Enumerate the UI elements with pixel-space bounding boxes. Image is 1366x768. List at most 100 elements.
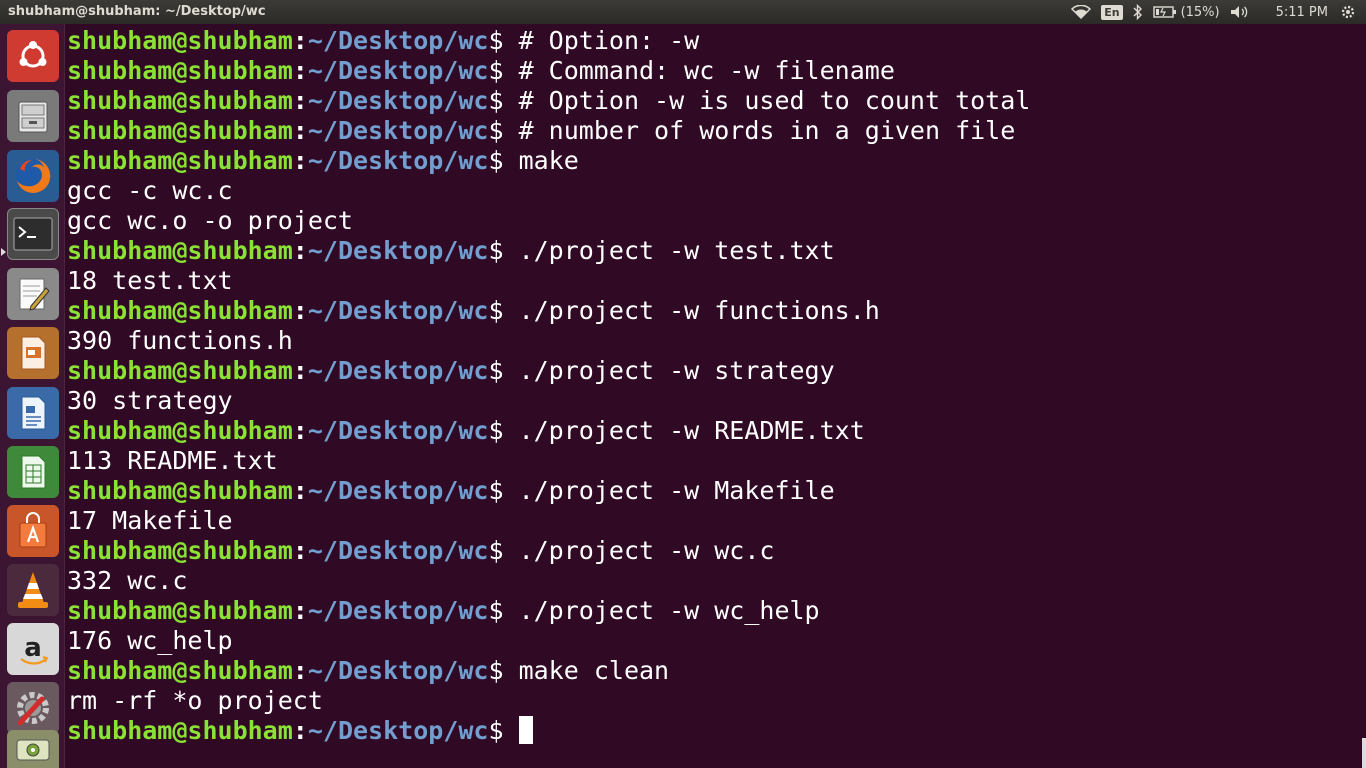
command-text: # Option: -w [503,26,700,55]
terminal-prompt-line: shubham@shubham:~/Desktop/wc$ ./project … [67,596,1030,626]
prompt-user: shubham@shubham [67,356,293,385]
firefox-icon [12,155,54,197]
output-text: 30 strategy [67,386,233,415]
session-gear-icon[interactable] [1340,4,1356,20]
prompt-colon: : [292,476,308,505]
files-launcher[interactable] [7,90,59,142]
terminal-prompt-line: shubham@shubham:~/Desktop/wc$ [67,716,1030,746]
system-settings-launcher[interactable] [7,682,59,734]
disks-launcher[interactable] [7,730,59,768]
command-text: make [503,146,579,175]
shopping-bag-icon [13,511,53,551]
prompt-user: shubham@shubham [67,536,293,565]
clock[interactable]: 5:11 PM [1276,5,1328,20]
prompt-user: shubham@shubham [67,656,293,685]
prompt-dollar: $ [488,716,504,745]
command-text: ./project -w strategy [503,356,835,385]
prompt-colon: : [292,26,308,55]
dash-home-button[interactable] [7,30,59,82]
prompt-dollar: $ [488,56,504,85]
prompt-dollar: $ [488,236,504,265]
prompt-colon: : [292,656,308,685]
prompt-dollar: $ [488,416,504,445]
terminal-output-line: 176 wc_help [67,626,1030,656]
prompt-user: shubham@shubham [67,116,293,145]
prompt-dollar: $ [488,116,504,145]
firefox-launcher[interactable] [7,150,59,202]
prompt-path: ~/Desktop/wc [307,56,489,85]
terminal-prompt-line: shubham@shubham:~/Desktop/wc$ # Option -… [67,86,1030,116]
prompt-colon: : [292,56,308,85]
keyboard-layout-label: En [1101,4,1123,20]
command-text: ./project -w Makefile [503,476,835,505]
command-text: # number of words in a given file [503,116,1016,145]
terminal-prompt-line: shubham@shubham:~/Desktop/wc$ ./project … [67,236,1030,266]
terminal-scrollbar[interactable] [1362,738,1366,768]
prompt-dollar: $ [488,146,504,175]
prompt-user: shubham@shubham [67,86,293,115]
libreoffice-impress-launcher[interactable] [7,327,59,379]
terminal-prompt-line: shubham@shubham:~/Desktop/wc$ # number o… [67,116,1030,146]
prompt-dollar: $ [488,656,504,685]
prompt-user: shubham@shubham [67,716,293,745]
prompt-colon: : [292,716,308,745]
vlc-launcher[interactable] [7,564,59,616]
prompt-path: ~/Desktop/wc [307,26,489,55]
text-editor-launcher[interactable] [7,268,59,320]
prompt-user: shubham@shubham [67,26,293,55]
output-text: 332 wc.c [67,566,188,595]
prompt-colon: : [292,86,308,115]
output-text: 17 Makefile [67,506,233,535]
libreoffice-writer-launcher[interactable] [7,387,59,439]
terminal-output-line: 17 Makefile [67,506,1030,536]
prompt-user: shubham@shubham [67,296,293,325]
prompt-path: ~/Desktop/wc [307,536,489,565]
software-center-launcher[interactable] [7,505,59,557]
command-text: ./project -w wc.c [503,536,775,565]
terminal-output: shubham@shubham:~/Desktop/wc$ # Option: … [67,26,1030,746]
traffic-cone-icon [13,569,53,611]
output-text: rm -rf *o project [67,686,323,715]
terminal-prompt-line: shubham@shubham:~/Desktop/wc$ make clean [67,656,1030,686]
terminal-output-line: 332 wc.c [67,566,1030,596]
terminal-prompt-line: shubham@shubham:~/Desktop/wc$ # Option: … [67,26,1030,56]
terminal-running-pip [1,248,6,256]
terminal-launcher[interactable] [7,208,59,260]
prompt-path: ~/Desktop/wc [307,356,489,385]
terminal-prompt-line: shubham@shubham:~/Desktop/wc$ ./project … [67,356,1030,386]
prompt-colon: : [292,296,308,325]
indicator-area: En (15%) 5:11 PM [1071,0,1366,24]
terminal-output-line: rm -rf *o project [67,686,1030,716]
prompt-dollar: $ [488,476,504,505]
output-text: 113 README.txt [67,446,278,475]
prompt-colon: : [292,146,308,175]
prompt-user: shubham@shubham [67,476,293,505]
libreoffice-calc-launcher[interactable] [7,446,59,498]
prompt-path: ~/Desktop/wc [307,716,489,745]
prompt-user: shubham@shubham [67,236,293,265]
wifi-icon[interactable] [1071,5,1092,19]
prompt-path: ~/Desktop/wc [307,116,489,145]
amazon-launcher[interactable]: a [7,623,59,675]
keyboard-layout-indicator[interactable]: En [1101,4,1123,20]
launcher: a [0,24,65,768]
command-text: ./project -w README.txt [503,416,865,445]
prompt-path: ~/Desktop/wc [307,296,489,325]
battery-indicator[interactable]: (15%) [1152,5,1220,20]
prompt-path: ~/Desktop/wc [307,236,489,265]
prompt-path: ~/Desktop/wc [307,416,489,445]
terminal-prompt-line: shubham@shubham:~/Desktop/wc$ # Command:… [67,56,1030,86]
prompt-colon: : [292,596,308,625]
command-text [504,716,519,745]
terminal-prompt-line: shubham@shubham:~/Desktop/wc$ make [67,146,1030,176]
volume-icon[interactable] [1230,5,1250,19]
file-cabinet-icon [13,96,53,136]
command-text: ./project -w functions.h [503,296,880,325]
command-text: # Command: wc -w filename [503,56,895,85]
prompt-user: shubham@shubham [67,146,293,175]
prompt-colon: : [292,536,308,565]
terminal-window[interactable]: shubham@shubham:~/Desktop/wc$ # Option: … [66,24,1366,768]
spreadsheet-icon [13,452,53,492]
bluetooth-icon[interactable] [1133,4,1143,20]
command-text: # Option -w is used to count total [503,86,1031,115]
